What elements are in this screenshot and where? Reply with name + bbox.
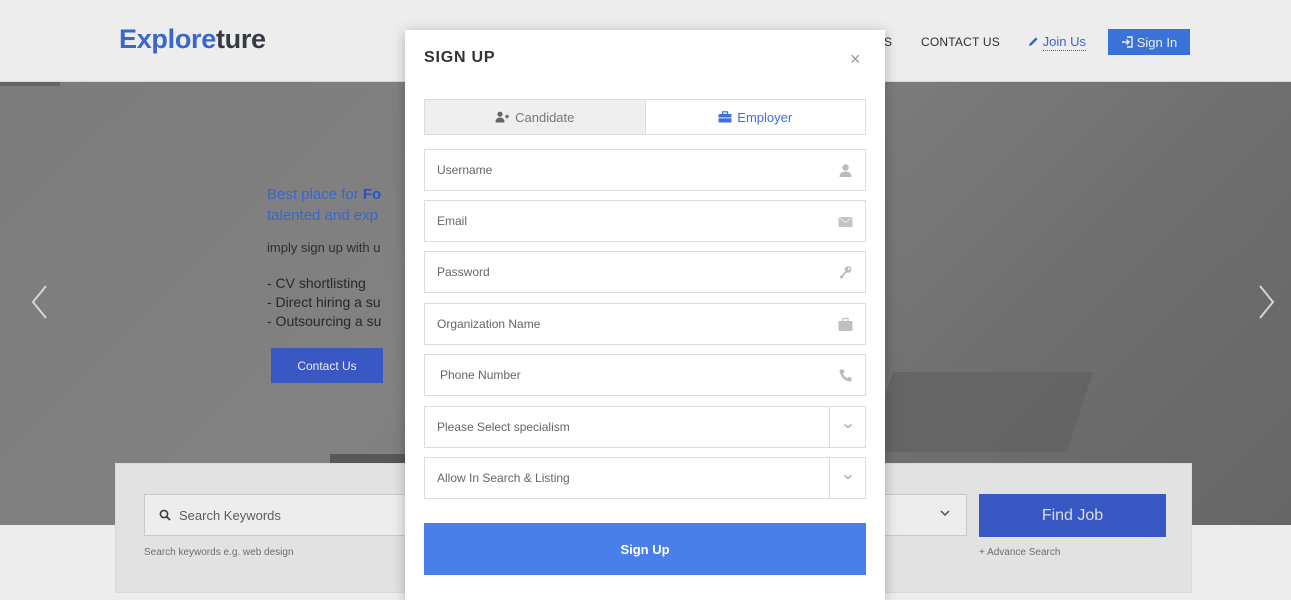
add-user-icon — [495, 111, 510, 123]
tab-candidate[interactable]: Candidate — [425, 100, 646, 134]
account-type-tabs: Candidate Employer — [424, 99, 866, 135]
password-field[interactable]: Password — [424, 251, 866, 293]
email-field[interactable]: Email — [424, 200, 866, 242]
organization-name-field[interactable]: Organization Name — [424, 303, 866, 345]
user-icon — [839, 164, 852, 177]
username-placeholder: Username — [437, 163, 493, 177]
tab-employer-label: Employer — [737, 109, 793, 125]
phone-number-field[interactable]: Phone Number — [424, 354, 866, 396]
tab-candidate-label: Candidate — [515, 109, 575, 125]
specialism-placeholder: Please Select specialism — [437, 420, 570, 434]
allow-search-select[interactable]: Allow In Search & Listing — [424, 457, 866, 499]
organization-placeholder: Organization Name — [437, 317, 541, 331]
phone-placeholder: Phone Number — [440, 368, 521, 382]
username-field[interactable]: Username — [424, 149, 866, 191]
tab-employer[interactable]: Employer — [645, 100, 865, 134]
phone-icon — [839, 369, 852, 382]
sign-up-button[interactable]: Sign Up — [424, 523, 866, 575]
specialism-select[interactable]: Please Select specialism — [424, 406, 866, 448]
envelope-icon — [838, 216, 853, 227]
briefcase-icon — [838, 317, 853, 331]
chevron-down-icon — [844, 475, 852, 480]
password-placeholder: Password — [437, 265, 490, 279]
chevron-down-icon — [844, 424, 852, 429]
key-icon — [839, 266, 852, 279]
signup-modal: SIGN UP × Candidate Employer Username Em… — [405, 30, 885, 600]
briefcase-icon — [718, 111, 732, 123]
allow-search-value: Allow In Search & Listing — [437, 471, 570, 485]
email-placeholder: Email — [437, 214, 468, 228]
modal-title: SIGN UP — [424, 49, 496, 66]
close-icon[interactable]: × — [850, 50, 861, 68]
